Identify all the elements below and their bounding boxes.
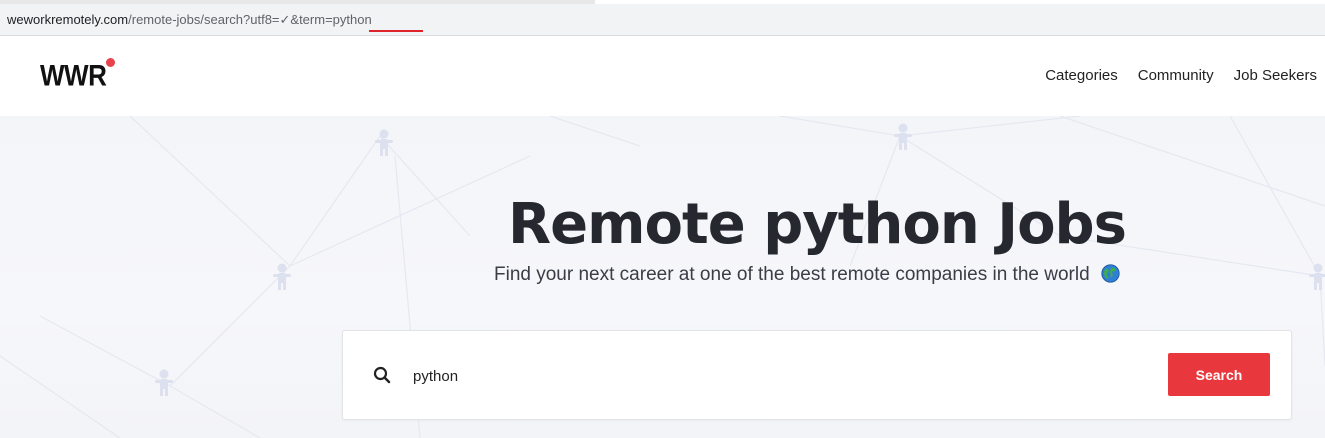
search-button[interactable]: Search: [1168, 353, 1270, 396]
search-input[interactable]: [413, 361, 1113, 391]
browser-address-bar: weworkremotely.com/remote-jobs/search?ut…: [0, 0, 1325, 38]
page-title: Remote python Jobs: [508, 192, 1127, 257]
site-logo[interactable]: WWR: [40, 58, 107, 94]
url-path: /remote-jobs/search?utf8=✓&term=python: [128, 12, 372, 27]
hero-section: Remote python Jobs Find your next career…: [0, 116, 1325, 438]
url-field[interactable]: weworkremotely.com/remote-jobs/search?ut…: [0, 4, 1325, 36]
url-text[interactable]: weworkremotely.com/remote-jobs/search?ut…: [7, 12, 372, 28]
logo-dot-icon: [106, 58, 115, 67]
main-nav: Categories Community Job Seekers: [1045, 67, 1317, 84]
url-host: weworkremotely.com: [7, 12, 129, 27]
nav-job-seekers[interactable]: Job Seekers: [1234, 67, 1317, 84]
nav-categories[interactable]: Categories: [1045, 67, 1118, 84]
url-highlight-underline: [369, 30, 423, 32]
hero-subtitle-text: Find your next career at one of the best…: [494, 264, 1090, 285]
site-header: WWR Categories Community Job Seekers: [0, 38, 1325, 116]
search-icon: [373, 366, 391, 384]
job-search-form: Search: [342, 330, 1292, 420]
hero-subtitle: Find your next career at one of the best…: [494, 264, 1120, 286]
nav-community[interactable]: Community: [1138, 67, 1214, 84]
globe-icon: [1101, 264, 1120, 283]
